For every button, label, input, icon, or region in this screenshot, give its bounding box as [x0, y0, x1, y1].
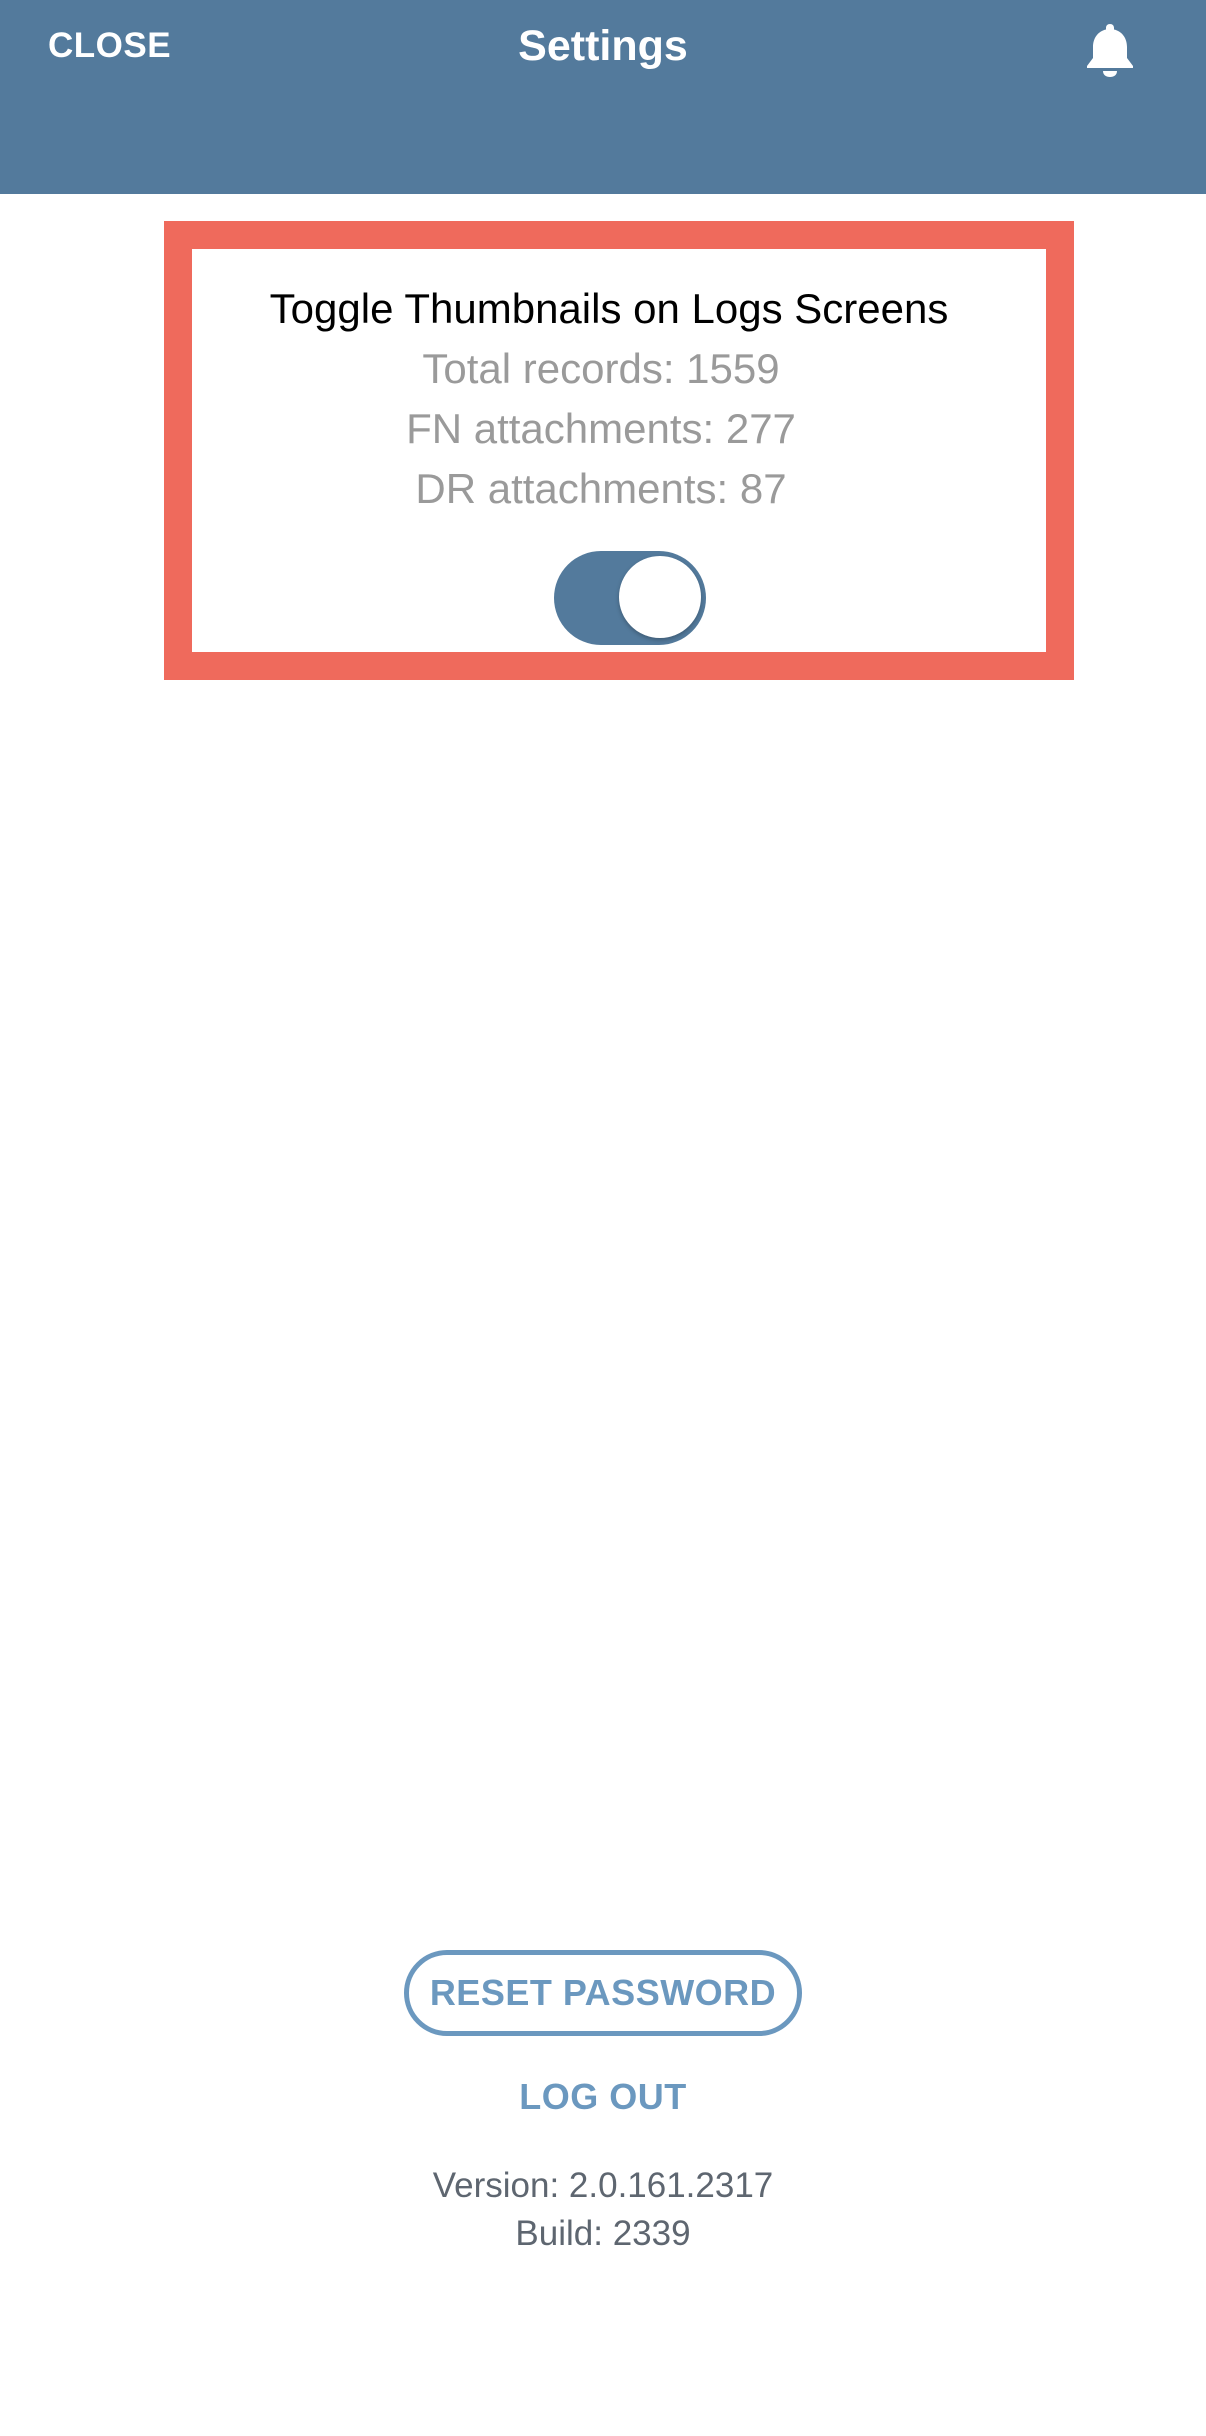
thumbnails-toggle-switch[interactable] — [554, 551, 706, 645]
version-info: Version: 2.0.161.2317 Build: 2339 — [0, 2162, 1206, 2258]
bell-icon[interactable] — [1082, 20, 1138, 78]
total-records-text: Total records: 1559 — [422, 345, 780, 392]
toggle-knob — [619, 556, 701, 638]
logout-button[interactable]: LOG OUT — [519, 2076, 687, 2117]
dr-attachments-text: DR attachments: 87 — [415, 465, 787, 512]
reset-password-button[interactable]: RESET PASSWORD — [404, 1950, 802, 2036]
page-title: Settings — [518, 22, 688, 70]
header-bar: CLOSE Settings — [0, 0, 1206, 194]
fn-attachments-text: FN attachments: 277 — [406, 405, 796, 452]
thumbnail-setting-title: Toggle Thumbnails on Logs Screens — [269, 285, 949, 332]
logout-row: LOG OUT — [0, 2076, 1206, 2118]
thumbnail-settings-card: Toggle Thumbnails on Logs Screens Total … — [164, 221, 1074, 680]
version-text: Version: 2.0.161.2317 — [432, 2166, 774, 2205]
build-text: Build: 2339 — [515, 2214, 691, 2253]
